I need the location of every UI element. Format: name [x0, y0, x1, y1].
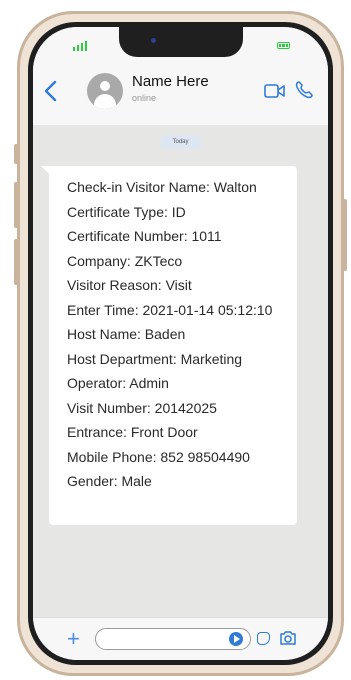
phone-bezel: Name Here online Today Check-in Visitor … — [28, 22, 333, 665]
notch — [118, 27, 243, 57]
message-line: Host Name: Baden — [67, 326, 186, 342]
phone-frame: Name Here online Today Check-in Visitor … — [14, 11, 347, 676]
front-camera-dot — [150, 38, 156, 43]
message-line: Certificate Number: 1011 — [67, 228, 222, 244]
message-input[interactable] — [95, 628, 251, 650]
message-line: Visit Number: 20142025 — [67, 399, 217, 416]
plus-icon[interactable]: + — [67, 628, 80, 650]
message-line: Check-in Visitor Name: Walton — [67, 179, 257, 195]
date-separator: Today — [160, 135, 201, 149]
message-line: Host Department: Marketing — [67, 350, 243, 367]
message-line: Gender: Male — [67, 473, 152, 489]
phone-screen: Name Here online Today Check-in Visitor … — [33, 27, 328, 660]
volume-down-button — [14, 239, 18, 285]
video-call-icon[interactable] — [264, 83, 286, 99]
phone-call-icon[interactable] — [294, 80, 314, 100]
avatar[interactable] — [87, 73, 123, 109]
message-line: Visitor Reason: Visit — [67, 277, 192, 293]
signal-icon — [73, 41, 87, 51]
input-bar: + — [33, 617, 328, 660]
camera-icon[interactable] — [279, 630, 297, 646]
contact-name[interactable]: Name Here — [132, 73, 209, 90]
message-line: Certificate Type: ID — [67, 203, 186, 220]
message-line: Enter Time: 2021-01-14 05:12:10 — [67, 301, 273, 318]
battery-icon — [277, 42, 290, 49]
sticker-icon[interactable] — [257, 632, 270, 645]
chat-header: Name Here online — [33, 63, 328, 126]
back-icon[interactable] — [43, 79, 59, 103]
chat-area: Today Check-in Visitor Name: Walton Cert… — [33, 125, 328, 618]
message-line: Mobile Phone: 852 98504490 — [67, 448, 250, 465]
message-line: Operator: Admin — [67, 375, 169, 391]
message-line: Company: ZKTeco — [67, 252, 183, 269]
message-bubble[interactable]: Check-in Visitor Name: Walton Certificat… — [49, 166, 297, 525]
contact-status: online — [132, 93, 157, 103]
mute-switch — [14, 144, 18, 164]
power-button — [343, 199, 347, 271]
volume-up-button — [14, 182, 18, 228]
message-line: Entrance: Front Door — [67, 424, 198, 440]
send-icon[interactable] — [229, 632, 243, 646]
